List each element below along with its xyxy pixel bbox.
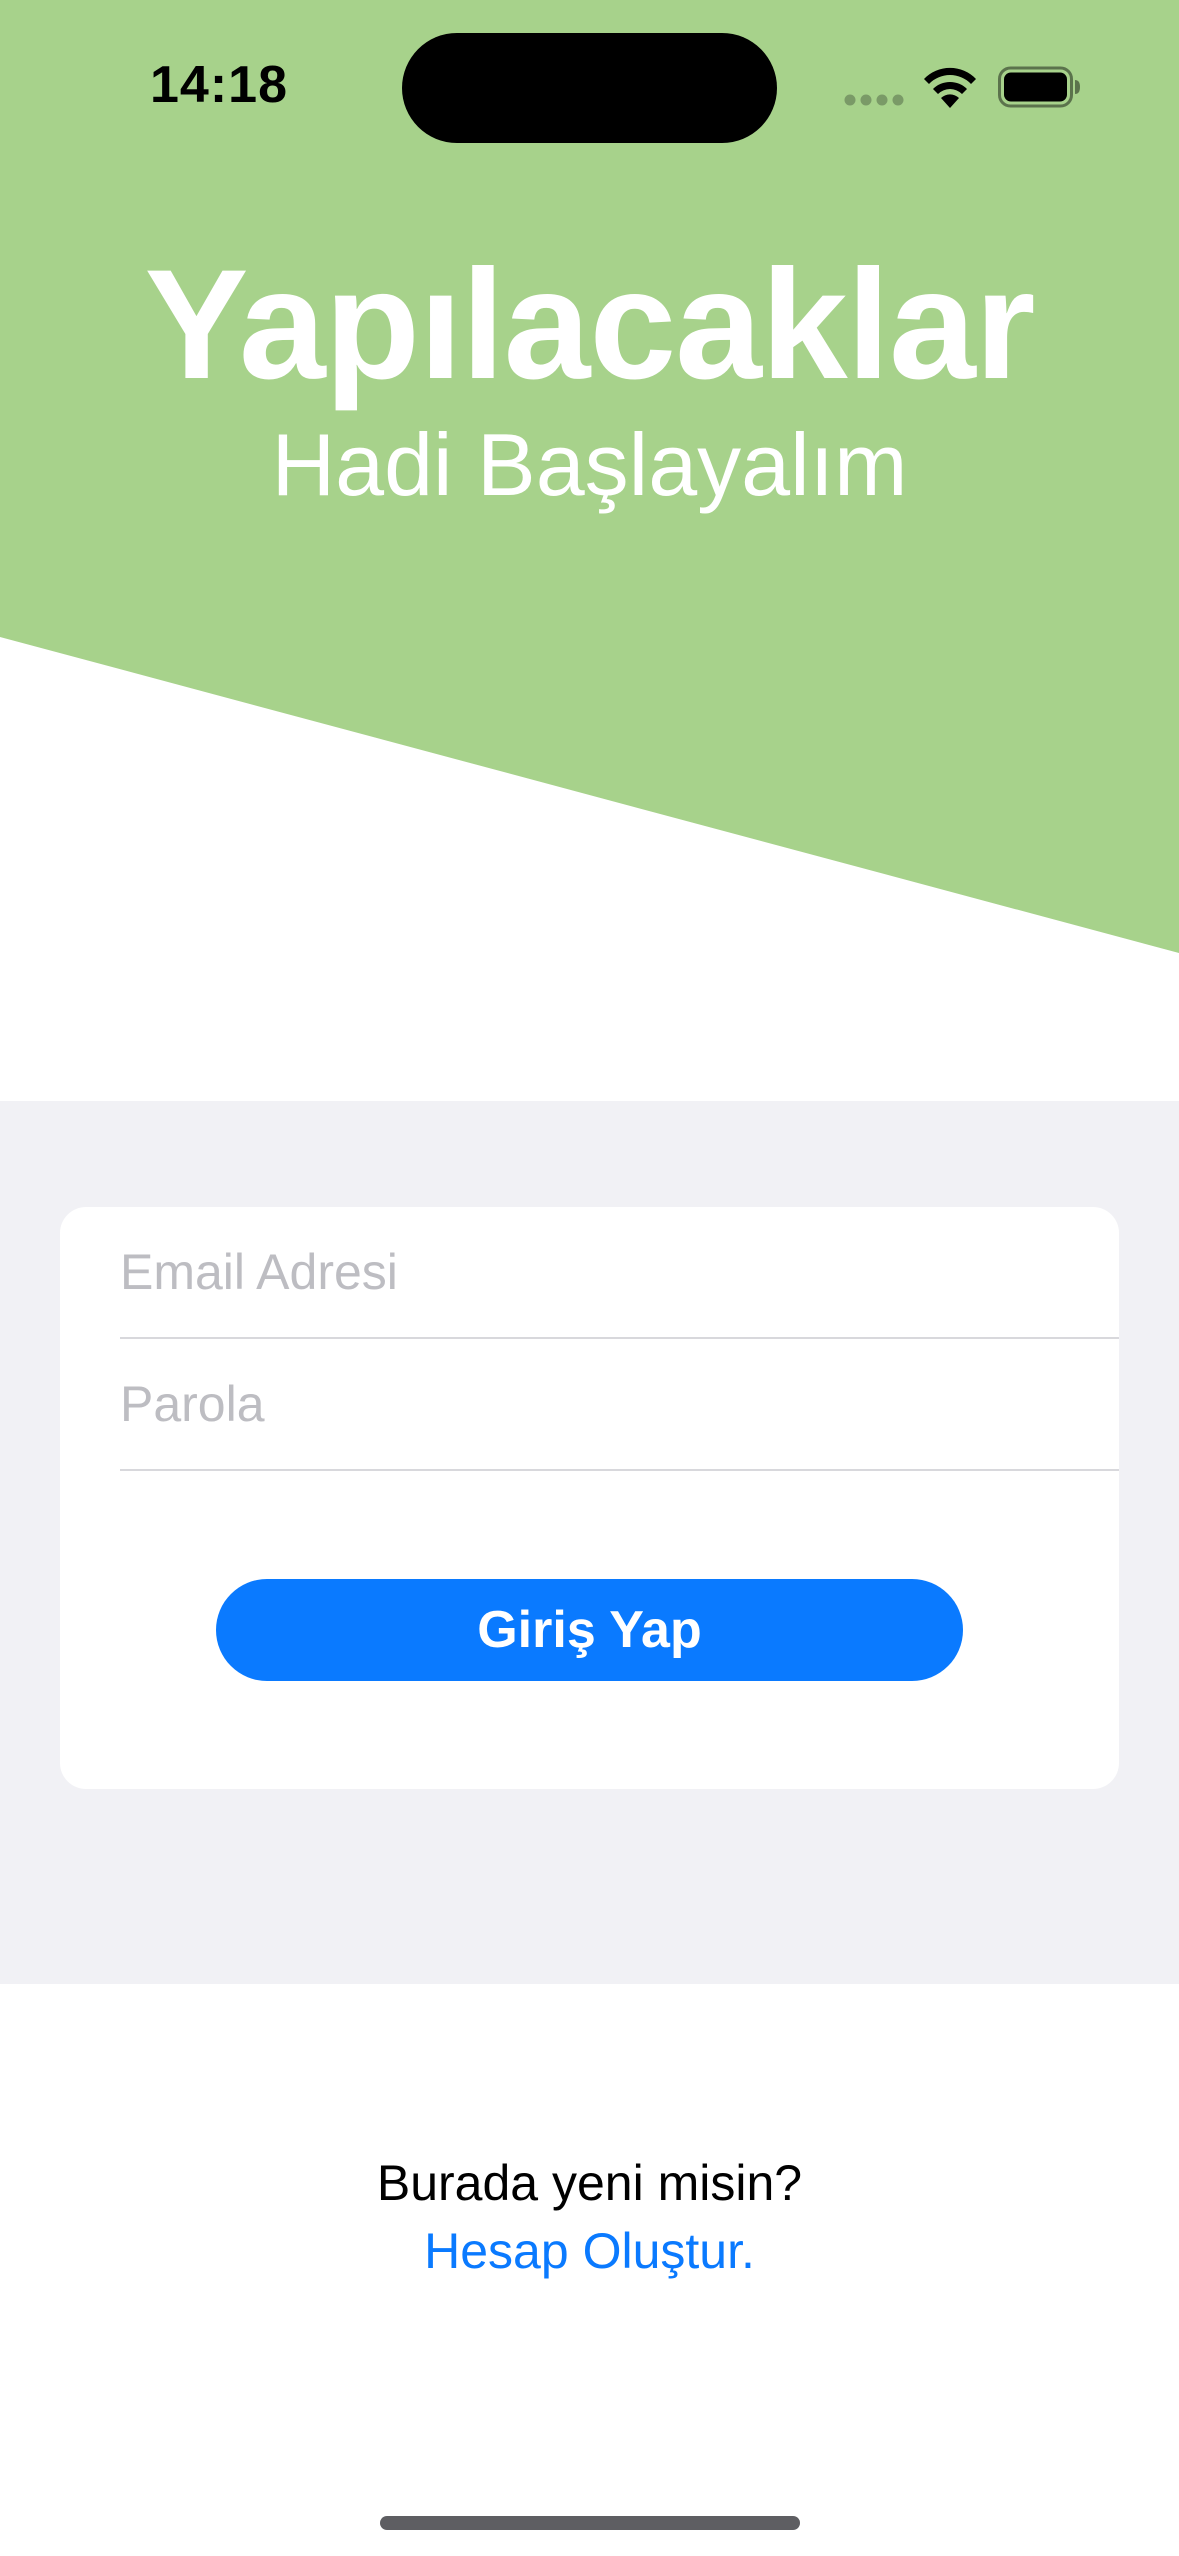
new-user-prompt: Burada yeni misin?	[376, 2155, 803, 2211]
password-field-row	[120, 1339, 1119, 1471]
app-title: Yapılacaklar	[144, 238, 1035, 412]
login-form-section: Giriş Yap	[0, 1101, 1179, 1984]
status-time: 14:18	[150, 56, 288, 114]
create-account-link[interactable]: Hesap Oluştur.	[0, 2218, 1179, 2284]
status-bar: 14:18	[0, 0, 1179, 175]
wifi-icon	[924, 67, 976, 108]
cellular-dots-icon	[844, 94, 904, 106]
email-input[interactable]	[120, 1207, 1119, 1337]
home-indicator[interactable]	[380, 2516, 800, 2530]
login-button[interactable]: Giriş Yap	[216, 1579, 963, 1681]
app-subtitle: Hadi Başlayalım	[271, 415, 908, 514]
battery-full-icon	[998, 66, 1080, 108]
email-field-row	[120, 1207, 1119, 1339]
login-form-card: Giriş Yap	[60, 1207, 1119, 1789]
password-input[interactable]	[120, 1339, 1119, 1469]
dynamic-island	[402, 33, 777, 143]
